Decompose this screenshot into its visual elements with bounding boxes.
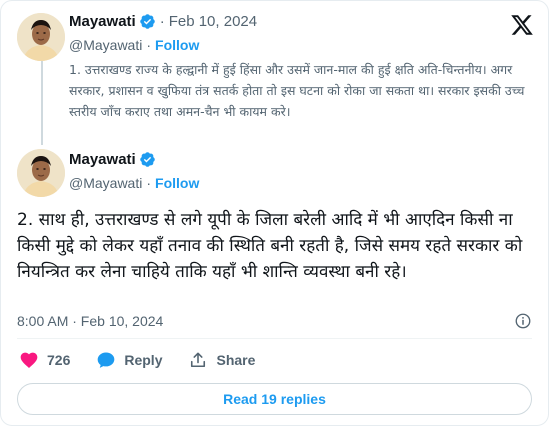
tweet-date[interactable]: Feb 10, 2024 xyxy=(169,13,257,30)
reply-label: Reply xyxy=(124,352,163,368)
tweet-embed-card: Mayawati · Feb 10, 2024 @Mayawati · Foll… xyxy=(0,0,549,426)
read-replies-button[interactable]: Read 19 replies xyxy=(17,383,532,415)
tweet2-subheader: @Mayawati · Follow xyxy=(69,175,199,191)
reply-button[interactable]: Reply xyxy=(96,350,162,370)
separator-dot: · xyxy=(146,175,152,191)
action-bar: 726 Reply Share xyxy=(19,350,255,370)
tweet1-text: 1. उत्तराखण्ड राज्य के हल्द्वानी में हुई… xyxy=(69,62,525,119)
tweet1-subheader: @Mayawati · Follow xyxy=(69,37,199,53)
divider xyxy=(17,338,532,339)
separator-dot: · xyxy=(146,37,152,53)
heart-icon xyxy=(19,350,39,370)
avatar[interactable] xyxy=(17,13,65,61)
share-button[interactable]: Share xyxy=(188,350,255,370)
verified-badge-icon xyxy=(139,151,156,168)
info-icon[interactable] xyxy=(514,312,532,330)
follow-button[interactable]: Follow xyxy=(155,37,199,53)
tweet1-header: Mayawati · Feb 10, 2024 xyxy=(69,13,257,30)
avatar[interactable] xyxy=(17,149,65,197)
share-arrow-icon xyxy=(188,350,208,370)
separator-dot: · xyxy=(159,13,165,30)
author-name[interactable]: Mayawati xyxy=(69,13,136,30)
thread-connector-line xyxy=(41,61,43,145)
verified-badge-icon xyxy=(139,13,156,30)
tweet-timestamp[interactable]: 8:00 AM · Feb 10, 2024 xyxy=(17,313,163,329)
tweet2-text: 2. साथ ही, उत्तराखण्ड से लगे यूपी के जिल… xyxy=(17,210,523,282)
author-name[interactable]: Mayawati xyxy=(69,151,136,168)
author-handle[interactable]: @Mayawati xyxy=(69,175,142,191)
share-label: Share xyxy=(216,352,256,368)
speech-bubble-icon xyxy=(96,350,116,370)
tweet2-header: Mayawati xyxy=(69,151,156,168)
x-logo-icon[interactable] xyxy=(510,13,534,37)
author-handle[interactable]: @Mayawati xyxy=(69,37,142,53)
follow-button[interactable]: Follow xyxy=(155,175,199,191)
like-button[interactable]: 726 xyxy=(19,350,70,370)
like-count: 726 xyxy=(47,352,71,368)
